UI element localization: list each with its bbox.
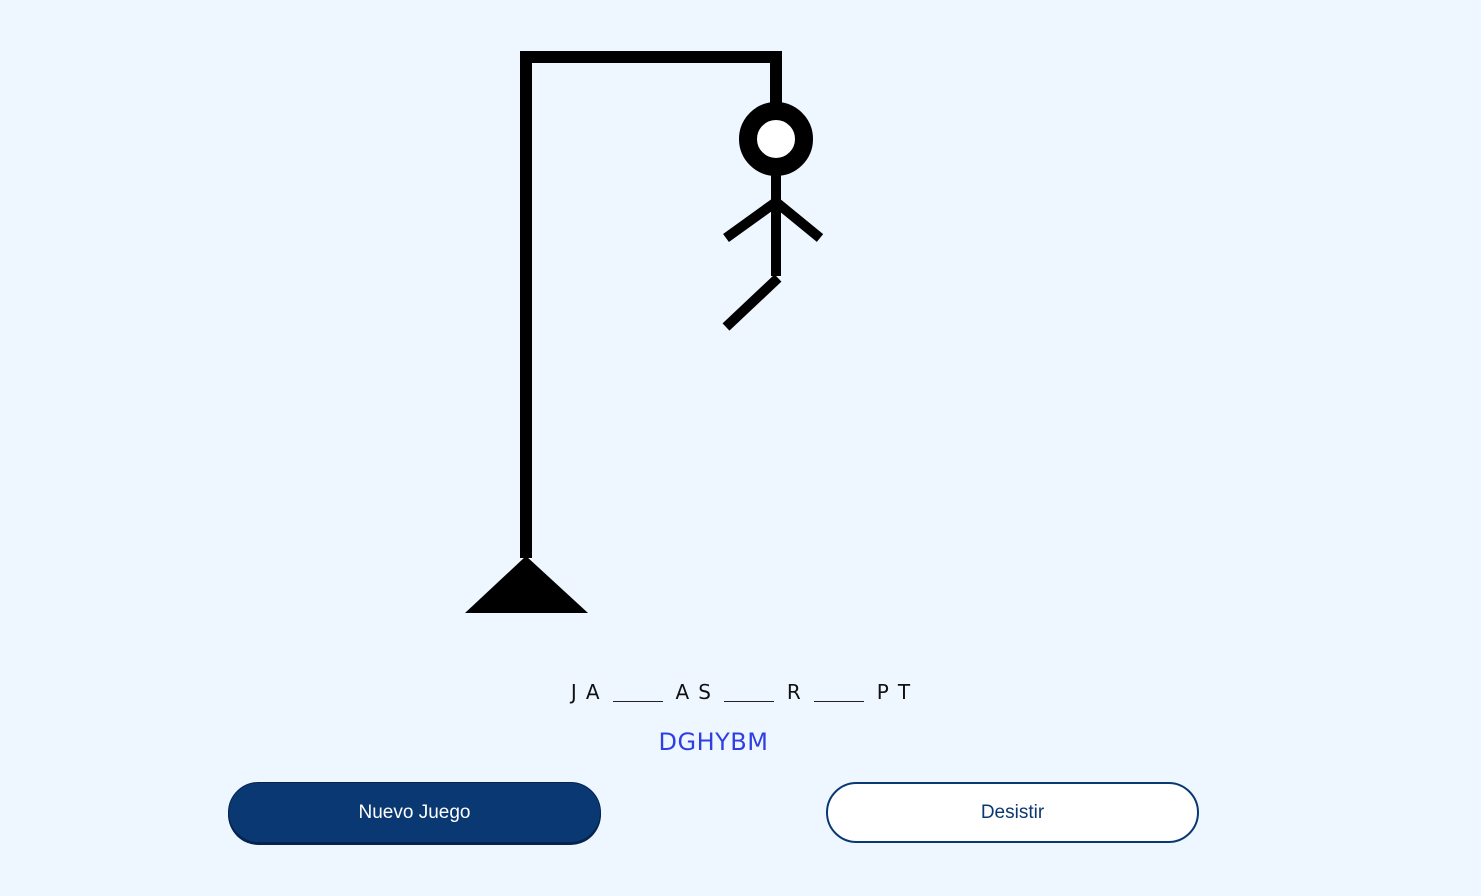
hangman-left-leg [722, 274, 782, 331]
word-letter: S [698, 680, 711, 704]
hangman-left-arm [723, 197, 779, 243]
hangman-right-arm [772, 198, 824, 242]
secret-word: JAASRPT [0, 670, 1481, 702]
word-blank [612, 682, 663, 702]
word-letter: A [675, 680, 690, 704]
word-letter: P [876, 680, 889, 704]
word-letter: R [786, 680, 801, 704]
word-letter: J [570, 680, 577, 704]
word-blank [723, 682, 774, 702]
hangman-head [739, 102, 813, 176]
word-letter: A [585, 680, 600, 704]
wrong-letters: DGHYBM [658, 728, 769, 756]
new-game-button[interactable]: Nuevo Juego [228, 782, 601, 843]
word-blank [813, 682, 864, 702]
word-letter: T [897, 680, 911, 704]
hangman-drawing [465, 51, 824, 613]
game-screen: JAASRPT DGHYBM Nuevo Juego Desistir [0, 0, 1481, 896]
give-up-button[interactable]: Desistir [826, 782, 1199, 843]
gallows-base [465, 556, 588, 613]
